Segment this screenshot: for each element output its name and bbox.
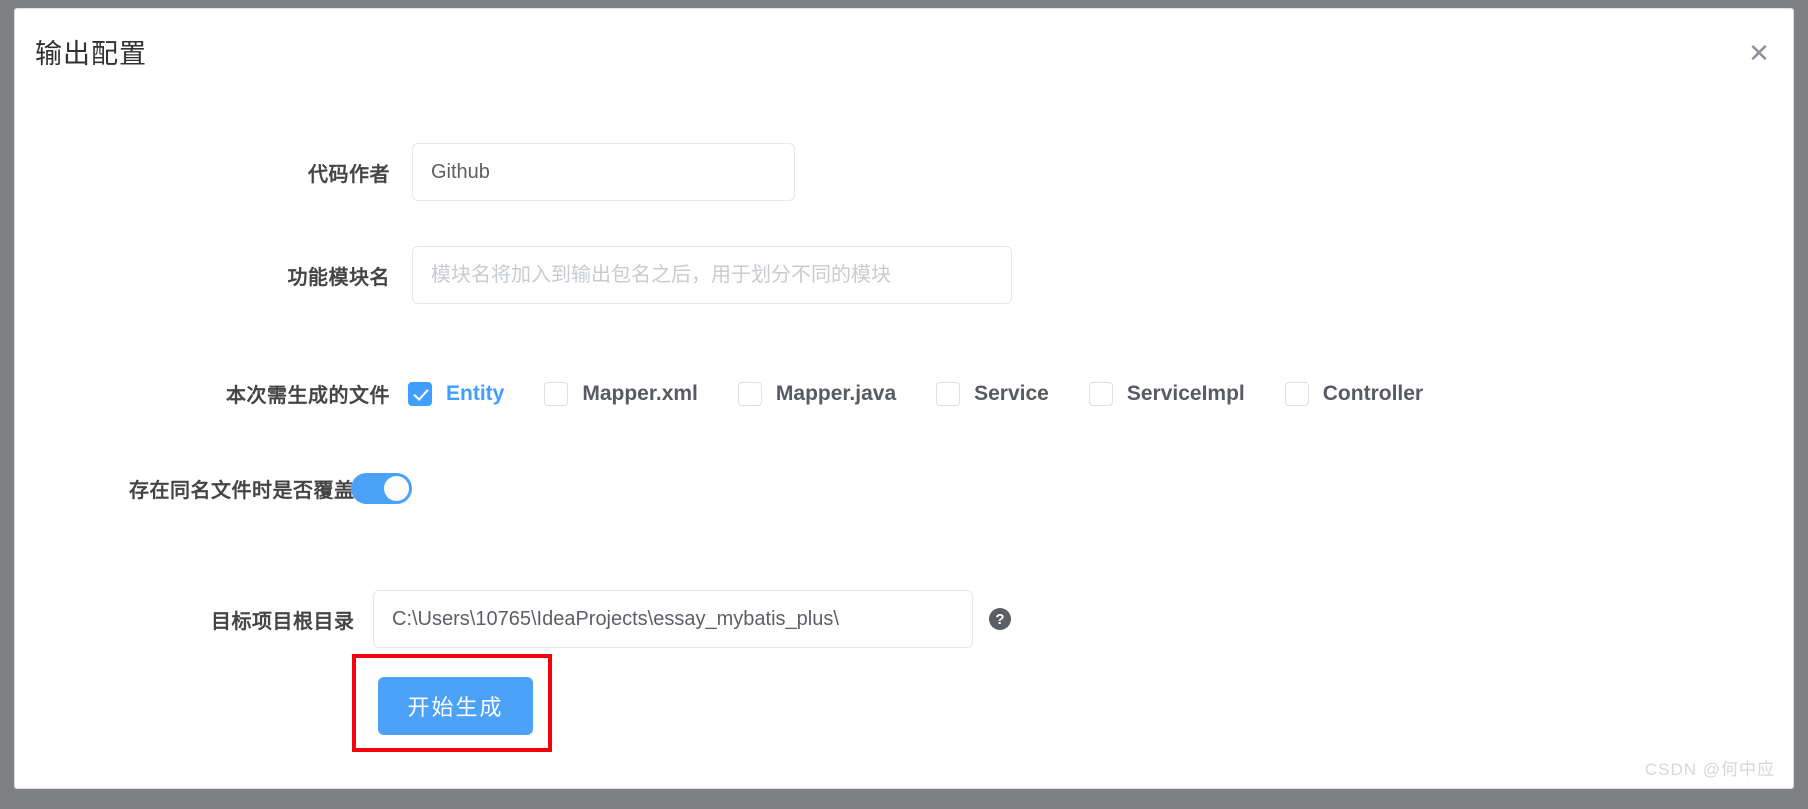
checkbox-label: Mapper.xml	[582, 381, 698, 405]
form-row-author: 代码作者	[275, 143, 795, 201]
annotation-highlight-box: 开始生成	[352, 654, 552, 752]
target-directory-input[interactable]	[373, 590, 973, 648]
checkbox-box-icon	[544, 381, 569, 406]
author-label: 代码作者	[308, 163, 390, 186]
checkbox-mapper-xml[interactable]: Mapper.xml	[544, 381, 698, 406]
checkbox-label: Controller	[1322, 381, 1424, 405]
page-title: 输出配置	[35, 39, 147, 69]
author-input[interactable]	[412, 143, 795, 201]
form-row-module: 功能模块名	[195, 246, 1012, 304]
checkbox-service[interactable]: Service	[936, 381, 1049, 406]
module-input[interactable]	[412, 246, 1012, 304]
help-icon[interactable]: ?	[989, 608, 1011, 630]
file-type-checkbox-group: Entity Mapper.xml Mapper.java Service Se…	[408, 381, 1463, 406]
watermark: CSDN @何中应	[1644, 760, 1775, 779]
checkbox-label: Entity	[446, 381, 505, 405]
target-directory-label: 目标项目根目录	[211, 610, 355, 633]
checkbox-label: Mapper.java	[775, 381, 897, 405]
checkmark-icon	[408, 381, 432, 406]
checkbox-controller[interactable]: Controller	[1284, 381, 1424, 406]
start-generate-button[interactable]: 开始生成	[378, 677, 533, 735]
checkbox-box-icon	[1284, 381, 1309, 406]
checkbox-box-icon	[1088, 381, 1113, 406]
checkbox-box-icon	[936, 381, 961, 406]
checkbox-label: ServiceImpl	[1126, 381, 1245, 405]
output-config-dialog: 输出配置 ✕ 代码作者 功能模块名 本次需生成的文件 Entity Mapper…	[14, 8, 1794, 789]
checkbox-service-impl[interactable]: ServiceImpl	[1088, 381, 1245, 406]
overwrite-toggle[interactable]	[351, 473, 412, 504]
checkbox-mapper-java[interactable]: Mapper.java	[737, 381, 897, 406]
form-row-target-directory: 目标项目根目录 ?	[211, 590, 1011, 648]
form-row-generate-files: 本次需生成的文件 Entity Mapper.xml Mapper.java S…	[195, 379, 1463, 408]
checkbox-label: Service	[974, 381, 1049, 405]
overwrite-label: 存在同名文件时是否覆盖	[129, 480, 355, 502]
module-label: 功能模块名	[287, 266, 390, 289]
checkbox-entity[interactable]: Entity	[408, 381, 505, 406]
form-row-overwrite: 存在同名文件时是否覆盖	[129, 473, 412, 504]
generate-files-label: 本次需生成的文件	[226, 385, 390, 407]
checkbox-box-icon	[737, 381, 762, 406]
close-icon[interactable]: ✕	[1741, 35, 1777, 71]
